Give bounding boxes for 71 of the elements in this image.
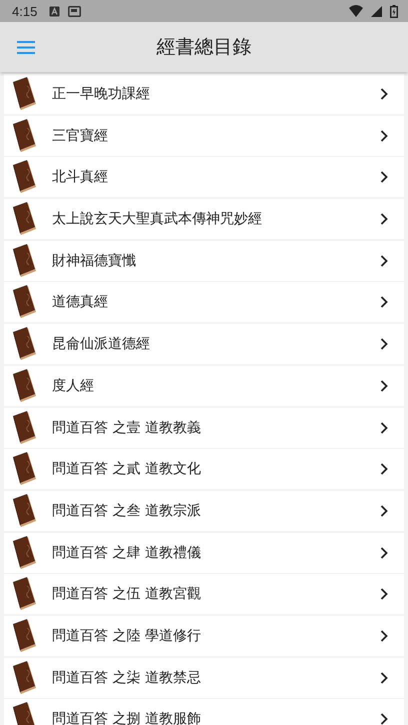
battery-icon [390, 4, 398, 18]
book-icon [10, 244, 38, 278]
item-title: 昆侖仙派道德經 [52, 335, 151, 354]
item-title: 問道百答 之捌 道教服飾 [52, 710, 202, 725]
item-title: 問道百答 之壹 道教教義 [52, 418, 202, 436]
list-item[interactable]: 問道百答 之捌 道教服飾 [4, 699, 404, 725]
list-item[interactable]: 問道百答 之叁 道教宗派 [4, 490, 404, 531]
chevron-right-icon [380, 630, 388, 642]
book-icon [10, 202, 38, 236]
item-title: 問道百答 之伍 道教宮觀 [52, 585, 202, 604]
book-icon [10, 285, 38, 320]
item-title: 財神福德寶懺 [52, 252, 137, 270]
chevron-right-icon [380, 504, 388, 517]
item-title: 問道百答 之陸 學道修行 [52, 626, 202, 645]
book-icon [10, 160, 38, 194]
item-title: 太上說玄天大聖真武本傳神咒妙經 [52, 210, 263, 228]
list-item[interactable]: 問道百答 之肆 道教禮儀 [4, 532, 404, 573]
screen-icon [68, 6, 82, 16]
item-title: 道德真經 [52, 293, 109, 312]
item-title: 問道百答 之叁 道教宗派 [52, 502, 202, 520]
notification-icon [49, 6, 60, 16]
chevron-right-icon [380, 588, 388, 600]
item-title: 正一早晚功課經 [52, 85, 151, 103]
chevron-right-icon [380, 254, 388, 267]
chevron-right-icon [380, 88, 388, 100]
book-icon [10, 577, 38, 612]
book-icon [10, 368, 38, 403]
book-icon [10, 118, 38, 153]
list-item[interactable]: 問道百答 之柒 道教禁忌 [4, 658, 404, 698]
list-item[interactable]: 道德真經 [4, 282, 404, 322]
book-icon [10, 536, 38, 570]
item-title: 三官寶經 [52, 126, 109, 145]
item-title: 北斗真經 [52, 168, 109, 186]
list-item[interactable]: 度人經 [4, 366, 404, 406]
book-icon [10, 452, 38, 486]
status-time: 4:15 [12, 4, 38, 18]
list-item[interactable]: 問道百答 之伍 道教宮觀 [4, 574, 404, 614]
book-icon [10, 410, 38, 444]
list-item[interactable]: 問道百答 之陸 學道修行 [4, 616, 404, 656]
chevron-right-icon [380, 130, 388, 142]
chevron-right-icon [380, 422, 388, 434]
chevron-right-icon [380, 171, 388, 184]
book-icon [10, 618, 38, 653]
chevron-right-icon [380, 713, 388, 725]
list-item[interactable]: 太上說玄天大聖真武本傳神咒妙經 [4, 199, 404, 240]
book-icon [10, 494, 38, 528]
list-item[interactable]: 問道百答 之貳 道教文化 [4, 449, 404, 490]
menu-icon [17, 40, 35, 54]
list-item[interactable]: 北斗真經 [4, 157, 404, 198]
chevron-right-icon [380, 338, 388, 350]
item-title: 度人經 [52, 376, 95, 395]
chevron-right-icon [380, 463, 388, 476]
list-item[interactable]: 問道百答 之壹 道教教義 [4, 408, 404, 448]
chevron-right-icon [380, 672, 388, 684]
item-title: 問道百答 之柒 道教禁忌 [52, 668, 202, 687]
book-icon [10, 77, 38, 111]
book-icon [10, 327, 38, 362]
item-title: 問道百答 之貳 道教文化 [52, 460, 202, 478]
wifi-icon [349, 5, 363, 17]
chevron-right-icon [380, 380, 388, 392]
list-item[interactable]: 財神福德寶懺 [4, 240, 404, 281]
signal-icon [371, 6, 382, 16]
list-item[interactable]: 正一早晚功課經 [4, 74, 404, 114]
app-title: 經書總目錄 [156, 35, 252, 60]
item-title: 問道百答 之肆 道教禮儀 [52, 544, 202, 562]
list-item[interactable]: 三官寶經 [4, 116, 404, 156]
chevron-right-icon [380, 213, 388, 226]
chevron-right-icon [380, 546, 388, 559]
chevron-right-icon [380, 296, 388, 308]
book-icon [10, 660, 38, 695]
list-item[interactable]: 昆侖仙派道德經 [4, 324, 404, 364]
